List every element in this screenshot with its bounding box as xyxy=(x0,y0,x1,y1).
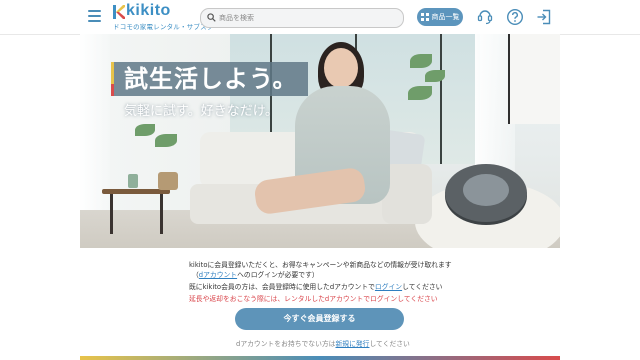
new-account-suffix: してください xyxy=(369,340,410,348)
help-icon[interactable] xyxy=(506,8,524,26)
search-box[interactable] xyxy=(200,8,404,28)
info-existing-member: 既にkikito会員の方は、会員登録時に使用したdアカウントでログインしてくださ… xyxy=(189,281,442,291)
hero-subtitle: 気軽に試す。好きなだけ。 xyxy=(124,104,279,119)
plant-leaf xyxy=(425,70,445,82)
support-icon[interactable] xyxy=(476,8,494,26)
catalog-button-label: 商品一覧 xyxy=(431,13,460,21)
mug xyxy=(128,174,138,188)
plant-leaf xyxy=(135,124,155,136)
chair xyxy=(508,34,560,124)
plant-pot xyxy=(158,172,178,190)
member-info: kikitoに会員登録いただくと、お得なキャンペーンや新商品などの情報が受け取れ… xyxy=(0,248,640,360)
d-account-link[interactable]: dアカウント xyxy=(199,271,237,279)
plant-leaf xyxy=(410,54,432,68)
hero-title: 試生活しよう。 xyxy=(114,62,308,96)
woman-face xyxy=(324,48,358,88)
grid-icon xyxy=(420,13,429,21)
side-table-leg xyxy=(160,194,163,234)
info-benefit-text: kikitoに会員登録いただくと、お得なキャンペーンや新商品などの情報が受け取れ… xyxy=(189,261,452,269)
bottom-accent-strip xyxy=(80,356,560,360)
return-warning: 延長や返却をおこなう際には、レンタルしたdアカウントでログインしてください xyxy=(189,295,438,303)
info-paren-open: （ xyxy=(192,271,199,279)
search-icon xyxy=(207,13,216,22)
info-login-note-text: へのログインが必要です） xyxy=(237,271,319,279)
register-button[interactable]: 今すぐ会員登録する xyxy=(235,308,404,330)
site-header: kikito ドコモの家電レンタル・サブスク 商品一覧 xyxy=(0,0,640,35)
info-login-note: （dアカウントへのログインが必要です） xyxy=(192,269,319,279)
hero-banner[interactable]: 試生活しよう。 気軽に試す。好きなだけ。 xyxy=(80,34,560,248)
new-account-link[interactable]: 新規に発行 xyxy=(335,340,369,348)
existing-member-text: 既にkikito会員の方は、会員登録時に使用したdアカウントで xyxy=(189,283,375,291)
plant-leaf xyxy=(408,86,432,100)
login-icon[interactable] xyxy=(535,8,553,26)
login-link[interactable]: ログイン xyxy=(375,283,402,291)
search-input[interactable] xyxy=(219,10,397,25)
menu-icon[interactable] xyxy=(88,10,101,22)
side-table-leg xyxy=(110,194,113,234)
catalog-button[interactable]: 商品一覧 xyxy=(417,8,463,26)
robot-vacuum-top xyxy=(463,174,509,206)
logo-wordmark: kikito xyxy=(126,2,171,19)
new-account-note: dアカウントをお持ちでない方は新規に発行してください xyxy=(236,338,410,348)
plant-leaf xyxy=(155,134,177,147)
logo-tagline: ドコモの家電レンタル・サブスク xyxy=(113,23,214,31)
new-account-text: dアカウントをお持ちでない方は xyxy=(236,340,336,348)
logo-mark-icon xyxy=(113,5,125,19)
existing-member-suffix: してください xyxy=(402,283,443,291)
